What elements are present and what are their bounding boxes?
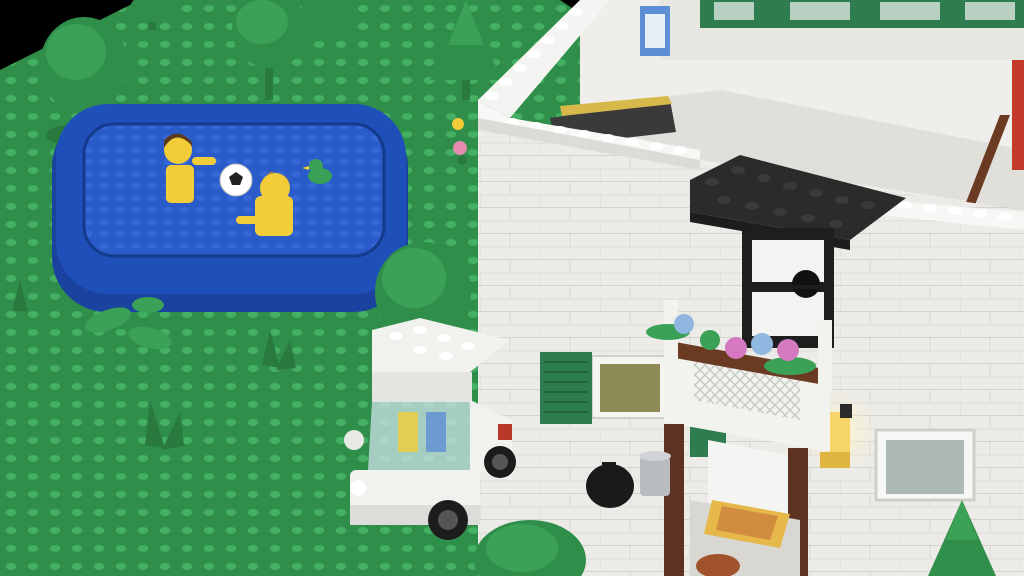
trash-can [639, 451, 671, 496]
window-ground [591, 355, 669, 419]
ball [219, 163, 253, 197]
shutter [540, 352, 592, 424]
pool [52, 104, 408, 312]
window-right [874, 428, 976, 502]
post-left [664, 424, 684, 576]
scene [0, 0, 1024, 576]
lego-scene-illustration [0, 0, 1024, 576]
